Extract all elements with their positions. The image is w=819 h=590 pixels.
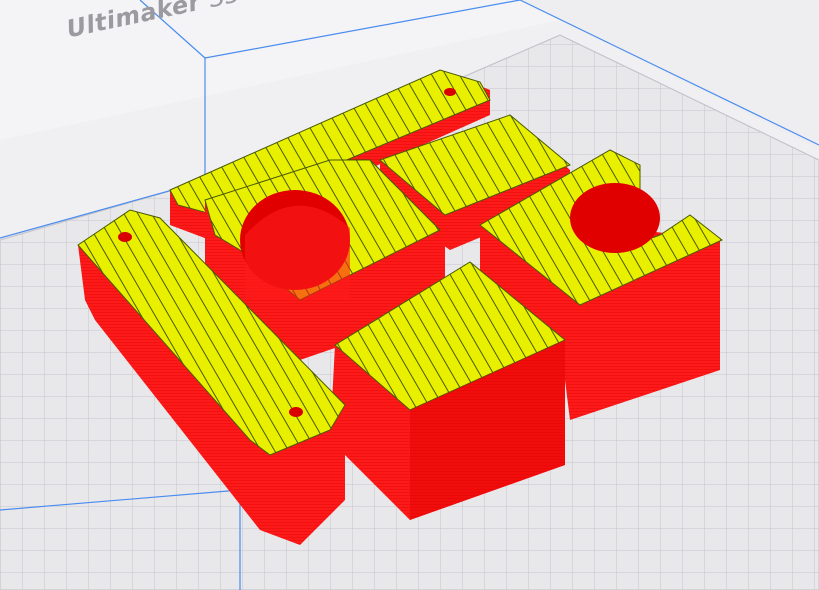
printer-model: S3 xyxy=(206,0,243,13)
printer-brand: Ultimaker xyxy=(64,0,204,44)
clamp-cutout-right xyxy=(570,183,660,253)
mount-hole-icon xyxy=(118,232,132,242)
scene-canvas[interactable]: Ultimaker S3 xyxy=(0,0,819,590)
mount-hole-icon xyxy=(289,407,303,417)
viewport-3d[interactable]: Ultimaker S3 xyxy=(0,0,819,590)
mount-hole-icon xyxy=(444,88,456,96)
printer-label: Ultimaker S3 xyxy=(64,0,243,43)
